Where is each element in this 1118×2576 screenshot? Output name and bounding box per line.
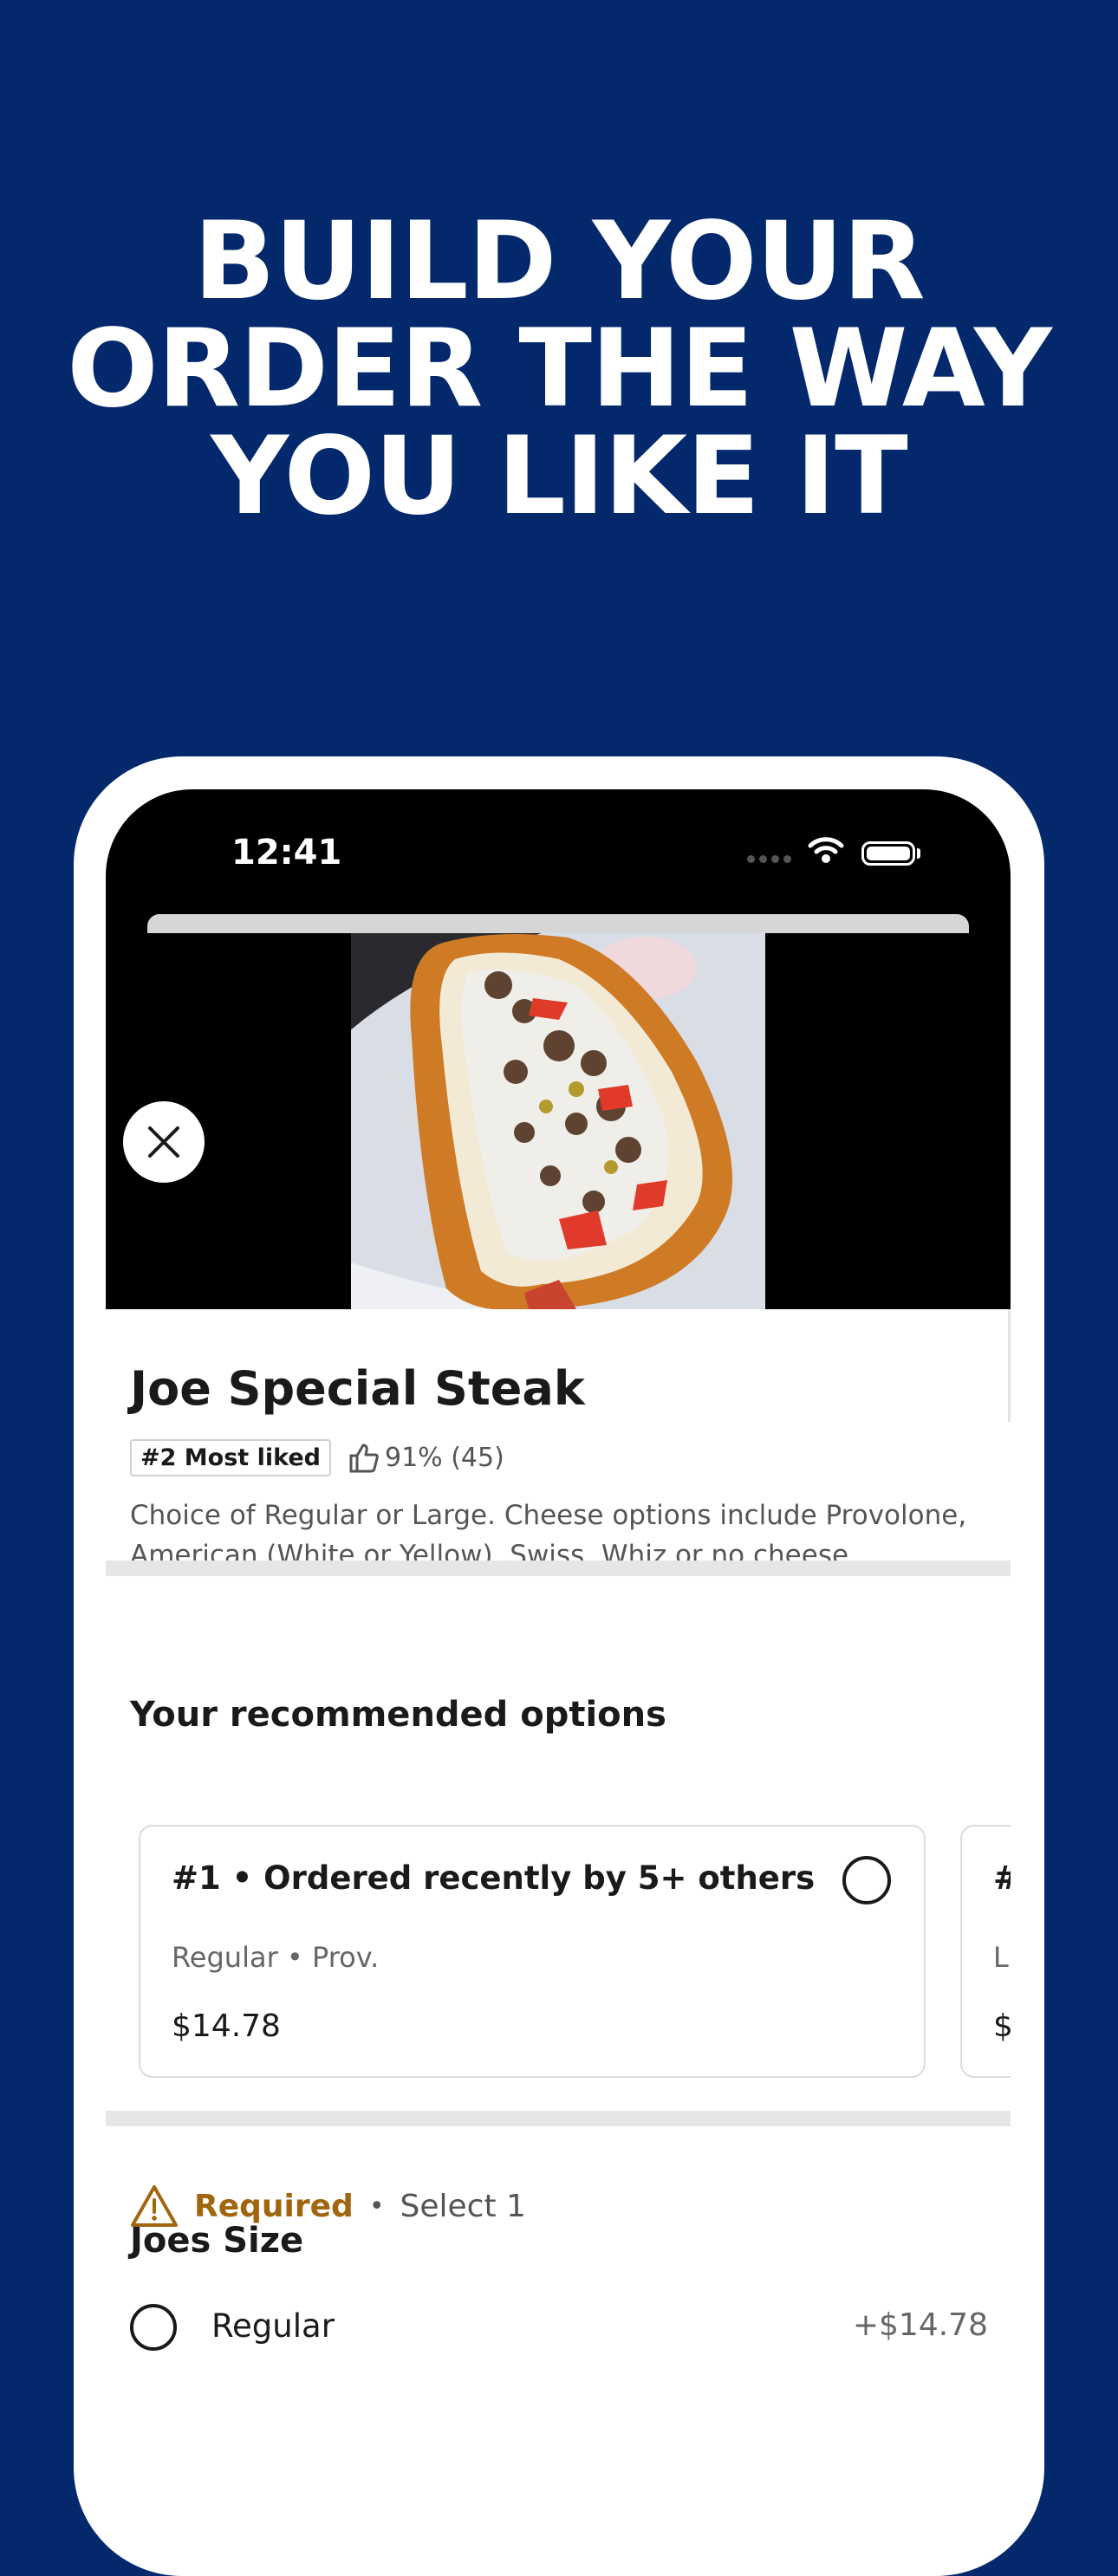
scroll-indicator: [1008, 1309, 1011, 1422]
recommended-heading: Your recommended options: [130, 1695, 666, 1735]
option-price: +$14.78: [852, 2307, 988, 2343]
headline-line-2: ORDER THE WAY: [67, 307, 1052, 431]
required-label: Required: [194, 2188, 354, 2224]
option-label: Regular: [211, 2307, 335, 2345]
recommended-option-card[interactable]: #1 • Ordered recently by 5+ others Regul…: [139, 1825, 926, 2078]
size-option-regular[interactable]: Regular +$14.78: [130, 2304, 988, 2356]
close-button[interactable]: [123, 1101, 205, 1183]
card-price: $14.78: [172, 2008, 281, 2044]
card-details: Regular • Prov.: [172, 1941, 380, 1974]
wifi-icon: [808, 837, 844, 863]
section-divider: [106, 2111, 1011, 2126]
required-indicator: Required • Select 1: [130, 2184, 526, 2228]
most-liked-badge: #2 Most liked: [130, 1439, 331, 1476]
card-price: $: [993, 2008, 1011, 2044]
section-divider: [106, 1561, 1011, 1576]
cellular-signal-icon: [747, 850, 796, 866]
thumbs-up-icon: [349, 1444, 379, 1472]
card-radio-button[interactable]: [842, 1856, 891, 1904]
status-bar: 12:41: [106, 789, 1011, 919]
headline-line-1: BUILD YOUR: [193, 199, 925, 324]
card-details: L: [993, 1941, 1009, 1974]
headline-line-3: YOU LIKE IT: [211, 414, 907, 539]
battery-icon: [861, 841, 915, 866]
rating-text: 91% (45): [384, 1443, 504, 1473]
cheesesteak-photo: [351, 933, 765, 1309]
item-hero-image: [106, 933, 1011, 1309]
card-title: #1 • Ordered recently by 5+ others: [172, 1859, 816, 1897]
phone-screen: 12:41 Joe Special Steak #2 Most liked 91…: [106, 789, 1011, 2479]
battery-tip: [917, 848, 920, 859]
item-details: Joe Special Steak #2 Most liked 91% (45)…: [106, 1309, 1011, 2479]
warning-icon: [131, 2185, 178, 2227]
item-rating: 91% (45): [348, 1443, 504, 1473]
separator-dot: •: [368, 2190, 385, 2222]
sheet-top-edge: [147, 914, 969, 933]
recommended-option-card[interactable]: # L $: [960, 1825, 1011, 2078]
close-icon: [148, 1126, 179, 1158]
promo-headline: BUILD YOUR ORDER THE WAY YOU LIKE IT: [0, 208, 1118, 530]
card-title: #: [993, 1859, 1011, 1897]
select-count-label: Select 1: [400, 2188, 526, 2224]
item-badges: #2 Most liked 91% (45): [130, 1439, 504, 1476]
radio-button[interactable]: [130, 2304, 177, 2351]
item-title: Joe Special Steak: [130, 1361, 585, 1416]
status-time: 12:41: [231, 833, 342, 873]
